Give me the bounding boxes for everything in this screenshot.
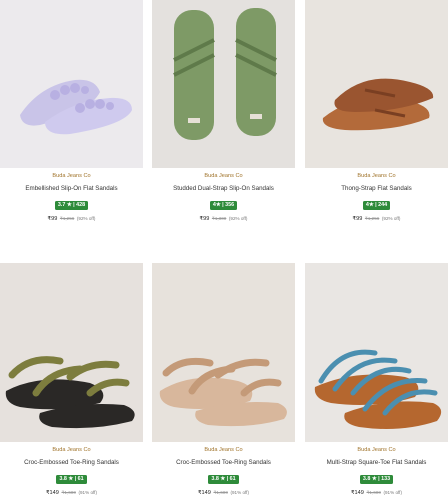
sale-price: ₹149 — [45, 490, 59, 496]
price-row: ₹99 ₹1,256 (92% off) — [305, 215, 448, 223]
product-brand: Buda Jeans Co — [52, 173, 91, 179]
product-brand: Buda Jeans Co — [204, 173, 243, 179]
rating-badge: 3.7 ★ | 428 — [54, 201, 89, 210]
product-brand: Buda Jeans Co — [357, 173, 396, 179]
product-image[interactable] — [152, 263, 295, 442]
product-name[interactable]: Multi-Strap Square-Toe Flat Sandals — [305, 458, 448, 467]
product-name[interactable]: Thong-Strap Flat Sandals — [305, 184, 448, 193]
product-name[interactable]: Croc-Embossed Toe-Ring Sandals — [0, 458, 143, 467]
original-price: ₹1,256 — [364, 216, 380, 221]
rating-badge: 3.8 ★ | 61 — [208, 475, 239, 484]
product-brand: Buda Jeans Co — [204, 447, 243, 453]
discount-text: (92% off) — [228, 216, 248, 221]
product-image[interactable] — [152, 0, 295, 168]
product-image[interactable] — [305, 0, 448, 168]
discount-text: (92% off) — [76, 216, 96, 221]
product-image[interactable] — [305, 263, 448, 442]
product-image[interactable] — [0, 263, 143, 442]
rating-badge: 3.8 ★ | 133 — [359, 475, 394, 484]
rating-badge: 4★ | 244 — [362, 201, 391, 210]
discount-text: (92% off) — [381, 216, 401, 221]
discount-text: (91% off) — [383, 490, 402, 495]
product-card[interactable]: Buda Jeans Co Thong-Strap Flat Sandals 4… — [305, 0, 448, 223]
product-card[interactable]: Buda Jeans Co Embellished Slip-On Flat S… — [0, 0, 143, 223]
discount-text: (91% off) — [230, 490, 249, 495]
sale-price: ₹149 — [197, 490, 211, 496]
product-brand: Buda Jeans Co — [357, 447, 396, 453]
product-card[interactable]: Buda Jeans Co Multi-Strap Square-Toe Fla… — [305, 263, 448, 497]
price-row: ₹149 ₹1,600 (91% off) — [152, 489, 295, 497]
sale-price: ₹99 — [199, 216, 210, 222]
product-brand: Buda Jeans Co — [52, 447, 91, 453]
price-row: ₹149 ₹1,600 (91% off) — [305, 489, 448, 497]
product-card[interactable]: Buda Jeans Co Croc-Embossed Toe-Ring San… — [0, 263, 143, 497]
product-grid: Buda Jeans Co Embellished Slip-On Flat S… — [0, 0, 448, 500]
original-price: ₹1,256 — [59, 216, 75, 221]
product-card[interactable]: Buda Jeans Co Studded Dual-Strap Slip-On… — [152, 0, 295, 223]
rating-badge: 4★ | 356 — [209, 201, 238, 210]
original-price: ₹1,300 — [211, 216, 227, 221]
discount-text: (91% off) — [78, 490, 97, 495]
original-price: ₹1,600 — [61, 490, 76, 495]
price-row: ₹149 ₹1,600 (91% off) — [0, 489, 143, 497]
original-price: ₹1,600 — [366, 490, 381, 495]
price-row: ₹99 ₹1,300 (92% off) — [152, 215, 295, 223]
product-image[interactable] — [0, 0, 143, 168]
product-name[interactable]: Studded Dual-Strap Slip-On Sandals — [152, 184, 295, 193]
price-row: ₹99 ₹1,256 (92% off) — [0, 215, 143, 223]
product-card[interactable]: Buda Jeans Co Croc-Embossed Toe-Ring San… — [152, 263, 295, 497]
product-name[interactable]: Croc-Embossed Toe-Ring Sandals — [152, 458, 295, 467]
original-price: ₹1,600 — [213, 490, 228, 495]
sale-price: ₹99 — [47, 216, 58, 222]
sale-price: ₹99 — [352, 216, 363, 222]
product-name[interactable]: Embellished Slip-On Flat Sandals — [0, 184, 143, 193]
rating-badge: 3.8 ★ | 61 — [56, 475, 87, 484]
sale-price: ₹149 — [350, 490, 364, 496]
